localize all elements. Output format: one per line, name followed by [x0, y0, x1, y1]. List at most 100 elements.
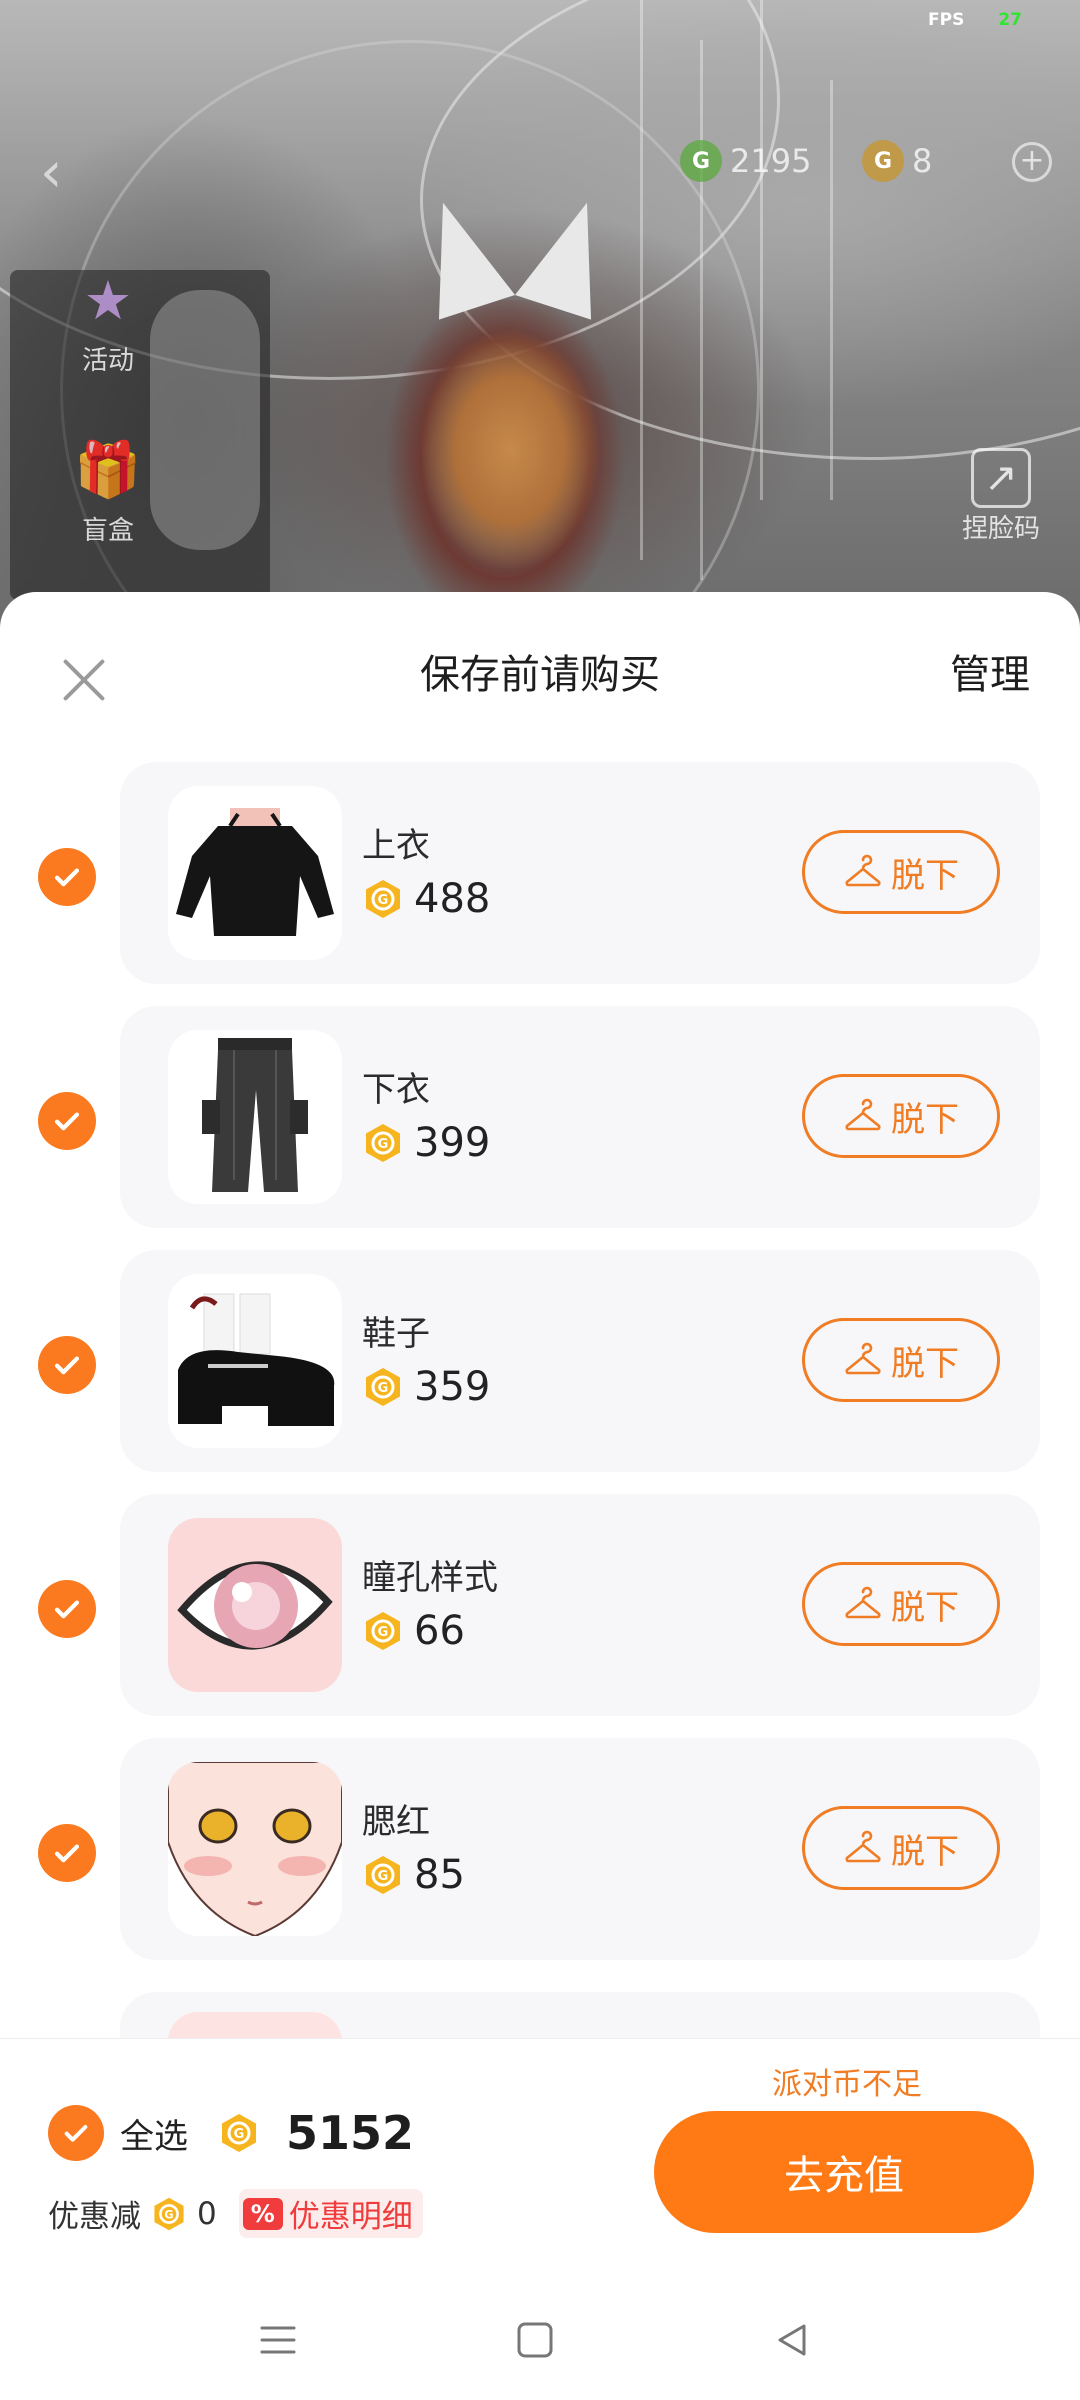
share-code-icon: ↗ [971, 448, 1031, 508]
sheet-title: 保存前请购买 [420, 652, 660, 698]
coin-icon: G [366, 1612, 400, 1650]
check-icon [54, 1844, 80, 1863]
coin-icon: G [366, 1856, 400, 1894]
item-thumbnail-cargo-pants [168, 1030, 342, 1204]
take-off-label: 脱下 [891, 855, 959, 896]
list-item: 上衣 G 488 脱下 [0, 762, 1080, 1006]
select-all-label: 全选 [120, 2116, 188, 2157]
item-thumbnail-platform-shoes [168, 1274, 342, 1448]
gift-box-icon: 🎁 [74, 438, 142, 501]
item-price-value: 66 [414, 1608, 465, 1654]
take-off-button[interactable]: 脱下 [802, 1074, 1000, 1158]
item-name: 上衣 [362, 826, 430, 866]
decor-streak [700, 40, 703, 580]
currency-g-value: 2195 [730, 142, 812, 180]
side-face-code[interactable]: ↗ 捏脸码 [962, 448, 1040, 545]
item-price-value: 85 [414, 1852, 465, 1898]
take-off-button[interactable]: 脱下 [802, 1562, 1000, 1646]
item-thumbnail-eye-pupil [168, 1518, 342, 1692]
fps-value: 27 [998, 10, 1022, 30]
sheet-header: 保存前请购买 管理 [0, 592, 1080, 762]
purchase-sheet: 保存前请购买 管理 上衣 G 488 脱下 下衣 G 399 脱下 鞋子 G 3… [0, 592, 1080, 2400]
coin-icon: G [154, 2197, 184, 2230]
item-price-value: 359 [414, 1364, 491, 1410]
side-activity-label: 活动 [81, 346, 134, 376]
item-checkbox[interactable] [38, 1336, 96, 1394]
item-checkbox[interactable] [38, 848, 96, 906]
check-icon [54, 1356, 80, 1375]
promo-details-link[interactable]: % 优惠明细 [238, 2189, 423, 2238]
side-face-code-label: 捏脸码 [962, 514, 1041, 544]
svg-text:G: G [234, 2127, 245, 2142]
menu-icon[interactable] [248, 2310, 308, 2370]
total-price: 5152 [286, 2106, 415, 2160]
coin-icon: G [366, 1124, 400, 1162]
back-chevron-icon[interactable]: ‹ [40, 140, 62, 205]
take-off-button[interactable]: 脱下 [802, 830, 1000, 914]
check-icon [64, 2125, 88, 2142]
currency-b-balance[interactable]: G 8 [862, 140, 932, 182]
currency-b-value: 8 [912, 142, 933, 180]
currency-g-balance[interactable]: G 2195 [680, 140, 811, 182]
hanger-icon [845, 854, 881, 887]
check-icon [54, 868, 80, 887]
fps-label: FPS [928, 10, 965, 30]
item-card[interactable]: 下衣 G 399 脱下 [120, 1006, 1040, 1228]
side-blind-box-label: 盲盒 [81, 516, 134, 546]
item-card[interactable]: 鞋子 G 359 脱下 [120, 1250, 1040, 1472]
item-card[interactable]: 瞳孔样式 G 66 脱下 [120, 1494, 1040, 1716]
list-item: 瞳孔样式 G 66 脱下 [0, 1494, 1080, 1738]
discount-value: 0 [197, 2195, 217, 2232]
game-scene-background: FPS 27 G 2195 G 8 + ‹ ★ 活动 🎁 盲盒 ↗ 捏脸码 [0, 0, 1080, 640]
item-card[interactable]: 腮红 G 85 脱下 [120, 1738, 1040, 1960]
select-all-row[interactable]: 全选 G 5152 [48, 2105, 414, 2161]
system-nav-bar [0, 2280, 1080, 2400]
side-activity[interactable]: ★ 活动 [68, 260, 148, 377]
item-name: 腮红 [362, 1802, 430, 1842]
item-price: G 399 [362, 1120, 490, 1166]
select-all-checkbox[interactable] [48, 2105, 104, 2161]
side-blind-box[interactable]: 🎁 盲盒 [68, 430, 148, 547]
list-item: 腮红 G 85 脱下 [0, 1738, 1080, 1982]
take-off-button[interactable]: 脱下 [802, 1806, 1000, 1890]
item-price-value: 488 [414, 876, 491, 922]
item-price-value: 399 [414, 1120, 491, 1166]
manage-button[interactable]: 管理 [950, 642, 1030, 700]
take-off-label: 脱下 [891, 1099, 959, 1140]
svg-text:G: G [378, 1869, 389, 1884]
coin-icon: G [222, 2114, 256, 2152]
take-off-label: 脱下 [891, 1831, 959, 1872]
percent-badge-icon: % [242, 2197, 283, 2230]
item-checkbox[interactable] [38, 1824, 96, 1882]
promo-details-label: 优惠明细 [288, 2199, 413, 2235]
item-checkbox[interactable] [38, 1092, 96, 1150]
decor-streak [830, 80, 833, 500]
svg-text:G: G [164, 2208, 173, 2221]
party-coin-icon: G [862, 140, 904, 182]
discount-label: 优惠减 [48, 2199, 141, 2235]
item-name: 下衣 [362, 1070, 430, 1110]
coin-icon: G [366, 880, 400, 918]
item-price: G 488 [362, 876, 490, 922]
recharge-button[interactable]: 去充值 [654, 2111, 1034, 2233]
item-thumbnail-face-blush [168, 1762, 342, 1936]
home-icon[interactable] [505, 2310, 565, 2370]
item-checkbox[interactable] [38, 1580, 96, 1638]
avatar-character [400, 300, 630, 600]
star-badge-icon: ★ [83, 268, 133, 332]
item-name: 鞋子 [362, 1314, 430, 1354]
decor-streak [640, 0, 643, 560]
list-item: 下衣 G 399 脱下 [0, 1006, 1080, 1250]
add-currency-icon[interactable]: + [1012, 142, 1052, 182]
discount-row: 优惠减 G 0 % 优惠明细 [48, 2189, 423, 2238]
take-off-button[interactable]: 脱下 [802, 1318, 1000, 1402]
item-price: G 359 [362, 1364, 490, 1410]
item-card[interactable]: 上衣 G 488 脱下 [120, 762, 1040, 984]
item-list: 上衣 G 488 脱下 下衣 G 399 脱下 鞋子 G 359 脱下 瞳孔样式… [0, 762, 1080, 1982]
svg-text:G: G [378, 1381, 389, 1396]
item-name: 瞳孔样式 [362, 1558, 498, 1598]
back-icon[interactable] [762, 2310, 822, 2370]
g-coin-icon: G [680, 140, 722, 182]
take-off-label: 脱下 [891, 1343, 959, 1384]
hanger-icon [845, 1342, 881, 1375]
